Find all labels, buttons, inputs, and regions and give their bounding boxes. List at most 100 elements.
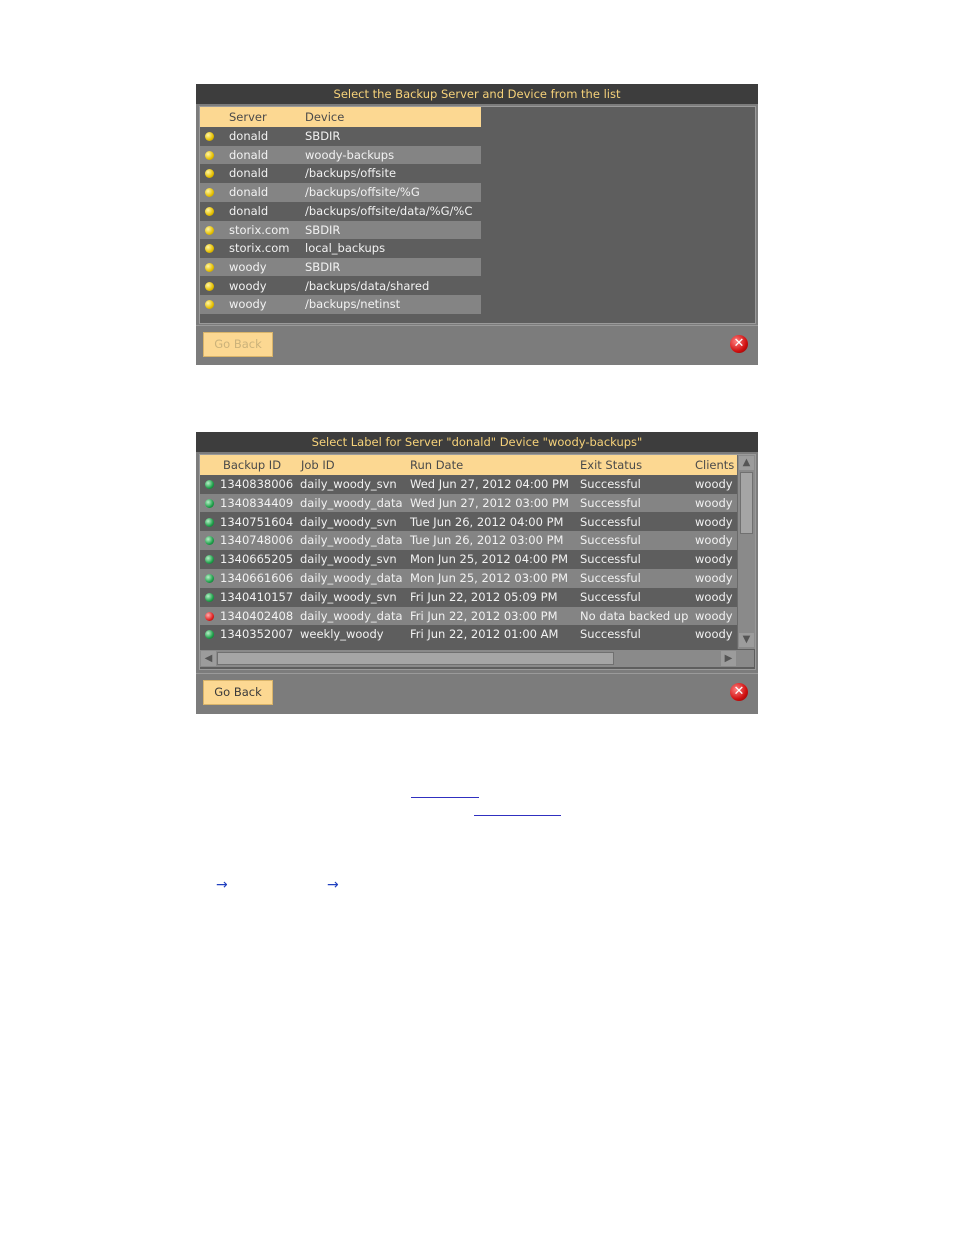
clients-cell: woody: [695, 477, 733, 491]
server-cell: donald: [229, 166, 269, 181]
column-header-job-id[interactable]: Job ID: [301, 455, 335, 475]
go-back-button[interactable]: Go Back: [203, 332, 273, 357]
list-item[interactable]: storix.com local_backups: [200, 239, 481, 258]
job-id-cell: daily_woody_data: [300, 533, 403, 548]
run-date-cell: Mon Jun 25, 2012 03:00 PM: [410, 571, 569, 585]
status-dot-icon: [205, 630, 214, 640]
link-underline[interactable]: [411, 797, 479, 798]
table-row[interactable]: 1340838006 daily_woody_svn Wed Jun 27, 201…: [200, 475, 737, 494]
device-cell: SBDIR: [305, 259, 341, 274]
vertical-scroll-thumb[interactable]: [740, 472, 753, 534]
table-row[interactable]: 1340352007 weekly_woody Fri Jun 22, 2012 0…: [200, 625, 737, 644]
status-dot-icon: [205, 188, 214, 198]
exit-status-cell: Successful: [580, 627, 641, 642]
device-cell: SBDIR: [305, 129, 341, 143]
server-cell: storix.com: [229, 241, 290, 256]
job-id-cell: daily_woody_data: [300, 495, 403, 510]
scroll-left-icon[interactable]: ◀: [201, 651, 216, 666]
run-date-cell: Wed Jun 27, 2012 03:00 PM: [410, 495, 569, 510]
run-date-cell: Tue Jun 26, 2012 04:00 PM: [410, 514, 564, 529]
table-row[interactable]: 1340834409 daily_woody_data Wed Jun 27, 20…: [200, 493, 737, 513]
run-date-cell: Fri Jun 22, 2012 01:00 AM: [410, 627, 559, 642]
list-item[interactable]: woody SBDIR: [200, 257, 481, 277]
column-header-server[interactable]: Server: [229, 107, 267, 127]
right-arrow-icon: →: [327, 877, 339, 893]
server-cell: storix.com: [229, 222, 290, 237]
column-header-exit-status[interactable]: Exit Status: [580, 455, 642, 475]
column-header-clients[interactable]: Clients: [695, 455, 734, 475]
table-row[interactable]: 1340748006 daily_woody_data Tue Jun 26, 20…: [200, 531, 737, 550]
job-id-cell: daily_woody_svn: [300, 589, 397, 604]
clients-cell: woody: [695, 533, 733, 548]
link-underline[interactable]: [474, 815, 561, 816]
table-row[interactable]: 1340751604 daily_woody_svn Tue Jun 26, 201…: [200, 513, 737, 532]
exit-status-cell: Successful: [580, 571, 641, 585]
status-dot-icon: [205, 169, 214, 179]
backup-id-cell: 1340402408: [220, 608, 294, 623]
scroll-right-icon[interactable]: ▶: [721, 651, 736, 666]
table-row[interactable]: 1340402408 daily_woody_data Fri Jun 22, 20…: [200, 606, 737, 626]
server-cell: donald: [229, 185, 269, 200]
column-header-run-date[interactable]: Run Date: [410, 455, 463, 475]
table-row[interactable]: 1340410157 daily_woody_svn Fri Jun 22, 201…: [200, 588, 737, 607]
list-item[interactable]: donald/backups/offsite/data/%G/%C: [200, 202, 481, 221]
exit-status-cell: Successful: [580, 495, 641, 510]
list-item[interactable]: woody/backups/netinst: [200, 295, 481, 314]
list-header: Backup ID Job ID Run Date Exit Status Cl…: [200, 455, 737, 475]
column-header-backup-id[interactable]: Backup ID: [223, 455, 281, 475]
list-header: Server Device: [200, 107, 481, 127]
list-item[interactable]: donald/backups/offsite: [200, 164, 481, 183]
status-dot-icon: [205, 244, 214, 254]
list-item[interactable]: donald/backups/offsite/%G: [200, 183, 481, 202]
backup-id-cell: 1340352007: [220, 627, 294, 642]
list-item[interactable]: storix.com SBDIR: [200, 220, 481, 240]
table-row[interactable]: 1340661606 daily_woody_data Mon Jun 25, 20…: [200, 569, 737, 588]
scroll-up-icon[interactable]: ▲: [739, 456, 754, 470]
list-item[interactable]: donald SBDIR: [200, 127, 481, 146]
list-item[interactable]: woody/backups/data/shared: [200, 277, 481, 296]
status-dot-icon: [205, 611, 214, 621]
horizontal-scroll-thumb[interactable]: [217, 652, 614, 665]
backup-label-list: Backup ID Job ID Run Date Exit Status Cl…: [199, 454, 756, 670]
clients-cell: woody: [695, 608, 733, 623]
run-date-cell: Fri Jun 22, 2012 05:09 PM: [410, 589, 558, 604]
list-item[interactable]: donald woody-backups: [200, 145, 481, 165]
close-icon[interactable]: ✕: [730, 683, 748, 701]
device-cell: /backups/offsite/data/%G/%C: [305, 203, 473, 218]
go-back-button[interactable]: Go Back: [203, 680, 273, 705]
table-row[interactable]: 1340665205 daily_woody_svn Mon Jun 25, 201…: [200, 550, 737, 569]
close-icon[interactable]: ✕: [730, 335, 748, 353]
server-cell: woody: [229, 259, 267, 274]
dialog-footer: Go Back ✕: [196, 673, 758, 712]
device-cell: woody-backups: [305, 147, 395, 162]
run-date-cell: Mon Jun 25, 2012 04:00 PM: [410, 552, 569, 567]
backup-id-cell: 1340410157: [220, 589, 294, 604]
job-id-cell: daily_woody_svn: [300, 552, 397, 567]
device-cell: local_backups: [305, 241, 386, 256]
dialog-footer: Go Back ✕: [196, 325, 758, 364]
status-dot-icon: [205, 592, 214, 602]
exit-status-cell: Successful: [580, 589, 641, 604]
backup-id-cell: 1340834409: [220, 495, 294, 510]
vertical-scrollbar[interactable]: ▲ ▼: [737, 455, 755, 649]
status-dot-icon: [205, 536, 214, 546]
clients-cell: woody: [695, 589, 733, 604]
run-date-cell: Wed Jun 27, 2012 04:00 PM: [410, 477, 569, 491]
status-dot-icon: [205, 300, 214, 310]
scroll-down-icon[interactable]: ▼: [739, 633, 754, 647]
job-id-cell: weekly_woody: [300, 627, 384, 642]
status-dot-icon: [205, 480, 214, 489]
horizontal-scrollbar[interactable]: ◀ ▶: [200, 650, 737, 667]
column-header-device[interactable]: Device: [305, 107, 344, 127]
status-dot-icon: [205, 150, 214, 160]
device-cell: SBDIR: [305, 222, 341, 237]
backup-label-dialog: Select Label for Server "donald" Device …: [196, 432, 758, 714]
exit-status-cell: Successful: [580, 477, 641, 491]
job-id-cell: daily_woody_svn: [300, 514, 397, 529]
server-cell: donald: [229, 147, 269, 162]
device-cell: /backups/offsite/%G: [305, 185, 420, 200]
status-dot-icon: [205, 225, 214, 235]
backup-id-cell: 1340665205: [220, 552, 294, 567]
right-arrow-icon: →: [216, 877, 228, 893]
status-dot-icon: [205, 132, 214, 141]
